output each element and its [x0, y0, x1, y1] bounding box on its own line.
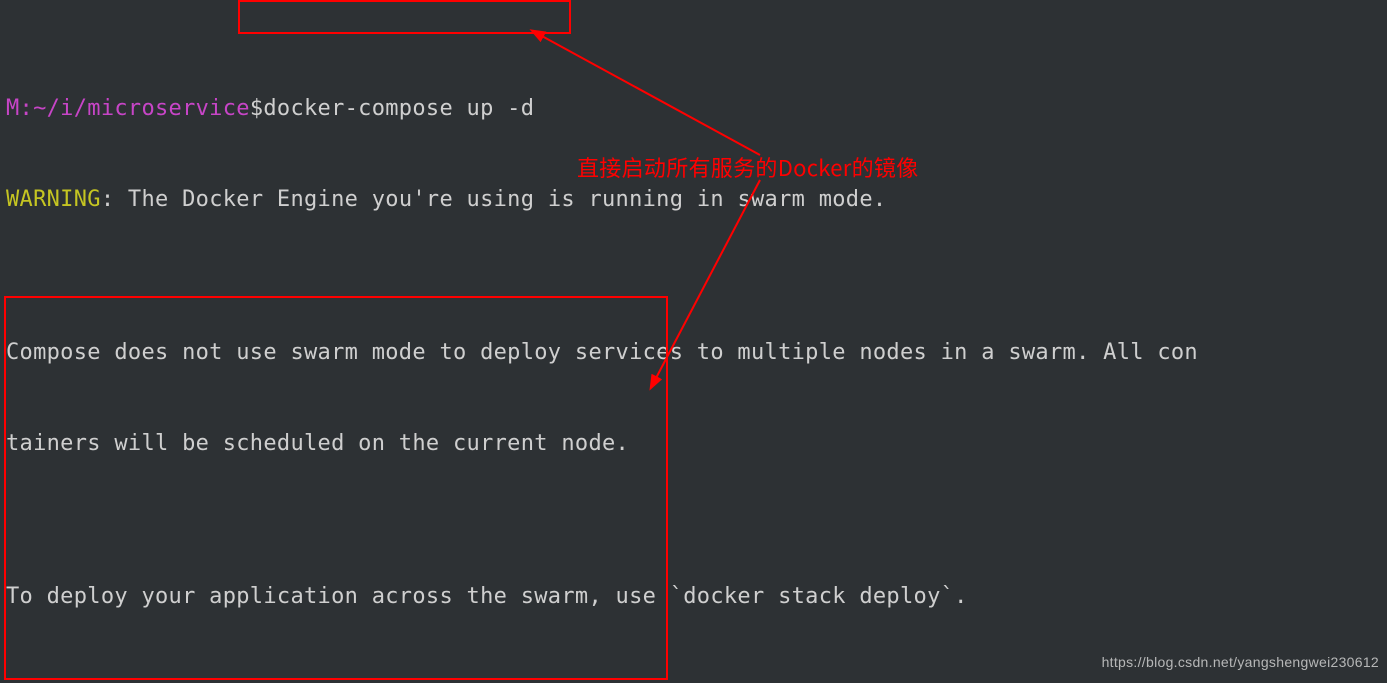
prompt-dollar: $: [250, 96, 264, 121]
deploy-text: To deploy your application across the sw…: [6, 582, 1381, 613]
highlight-box-command: [238, 0, 571, 34]
annotation-text: 直接启动所有服务的Docker的镜像: [577, 152, 919, 183]
warning-label: WARNING: [6, 187, 101, 212]
prompt-path: M:~/i/microservice: [6, 96, 250, 121]
command: docker-compose up -d: [263, 96, 534, 121]
watermark: https://blog.csdn.net/yangshengwei230612: [1102, 647, 1379, 678]
terminal[interactable]: M:~/i/microservice$docker-compose up -d …: [0, 0, 1387, 683]
prompt-line: M:~/i/microservice$docker-compose up -d: [6, 94, 1381, 125]
warning-line: WARNING: The Docker Engine you're using …: [6, 185, 1381, 216]
compose-text-1: Compose does not use swarm mode to deplo…: [6, 338, 1381, 369]
compose-text-2: tainers will be scheduled on the current…: [6, 429, 1381, 460]
warning-text: : The Docker Engine you're using is runn…: [101, 187, 887, 212]
